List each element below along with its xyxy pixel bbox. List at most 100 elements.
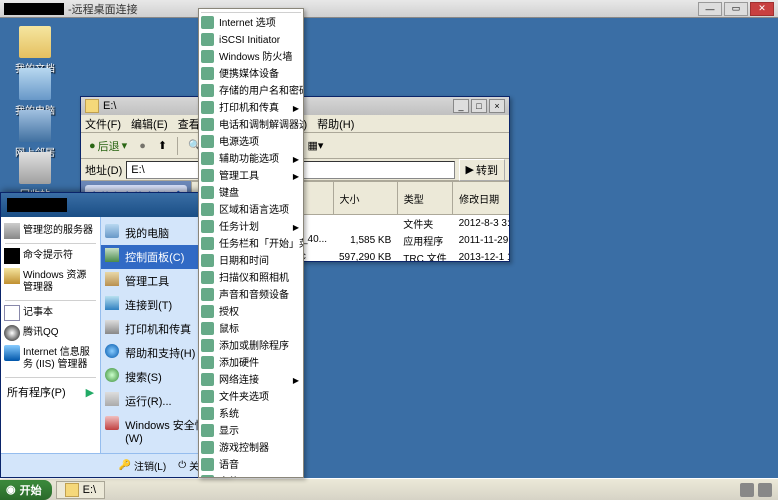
back-button[interactable]: ● 后退 ▾: [85, 136, 131, 156]
rdp-close-button[interactable]: ✕: [750, 2, 774, 16]
cp-item-icon: [201, 254, 214, 267]
control-panel-item[interactable]: 网络连接▶: [199, 372, 303, 389]
control-panel-submenu: Internet 选项iSCSI InitiatorWindows 防火墙便携媒…: [198, 8, 304, 478]
cp-item-icon: [201, 322, 214, 335]
control-panel-item[interactable]: iSCSI Initiator: [199, 32, 303, 49]
wexp-icon: [4, 268, 20, 284]
start-button[interactable]: ◉ 开始: [0, 480, 52, 500]
start-menu: 管理您的服务器命令提示符Windows 资源管理器记事本腾讯QQInternet…: [0, 192, 230, 478]
column-header[interactable]: 修改日期: [453, 182, 509, 215]
cp-item-icon: [201, 407, 214, 420]
control-panel-item[interactable]: 打印机和传真▶: [199, 100, 303, 117]
cp-item-icon: [201, 305, 214, 318]
cp-item-icon: [201, 67, 214, 80]
rdp-title: -远程桌面连接: [68, 1, 698, 17]
start-item[interactable]: 记事本: [1, 303, 100, 323]
start-item[interactable]: 管理您的服务器: [1, 221, 100, 241]
cp-item-icon: [201, 339, 214, 352]
cmd-icon: [4, 248, 20, 264]
views-button[interactable]: ▦▾: [303, 137, 327, 154]
cp-item-icon: [201, 220, 214, 233]
minimize-button[interactable]: _: [453, 99, 469, 113]
sec-icon: [105, 416, 119, 430]
forward-button[interactable]: ●: [135, 138, 150, 154]
cp-item-icon: [201, 169, 214, 182]
print-icon: [105, 320, 119, 334]
control-panel-item[interactable]: 语音: [199, 457, 303, 474]
tray-icon[interactable]: [740, 483, 754, 497]
cp-item-icon: [201, 50, 214, 63]
qq-icon: [4, 325, 20, 341]
all-programs[interactable]: 所有程序(P)▶: [1, 380, 100, 404]
cp-item-icon: [201, 186, 214, 199]
rdp-minimize-button[interactable]: —: [698, 2, 722, 16]
folder-icon: [85, 99, 99, 113]
cp-icon: [105, 248, 119, 262]
cp-item-icon: [201, 135, 214, 148]
rdp-host-blackout: [4, 3, 64, 15]
folder-icon: [19, 26, 51, 58]
address-label: 地址(D): [85, 162, 122, 178]
net-icon: [19, 110, 51, 142]
control-panel-item[interactable]: Windows 防火墙: [199, 49, 303, 66]
tray-icon[interactable]: [758, 483, 772, 497]
control-panel-item[interactable]: 扫描仪和照相机: [199, 270, 303, 287]
menu-item[interactable]: 编辑(E): [131, 116, 168, 132]
control-panel-item[interactable]: 键盘: [199, 185, 303, 202]
control-panel-item[interactable]: 声音和音频设备: [199, 287, 303, 304]
cp-item-icon: [201, 33, 214, 46]
control-panel-item[interactable]: 任务栏和「开始」菜单: [199, 236, 303, 253]
control-panel-item[interactable]: 辅助功能选项▶: [199, 151, 303, 168]
up-button[interactable]: ⬆: [154, 137, 171, 154]
start-left-column: 管理您的服务器命令提示符Windows 资源管理器记事本腾讯QQInternet…: [1, 217, 100, 453]
rdp-maximize-button[interactable]: ▭: [724, 2, 748, 16]
control-panel-item[interactable]: 便携媒体设备: [199, 66, 303, 83]
start-footer: 🔑 注销(L) ⏻ 关机(U): [1, 453, 229, 477]
cp-item-icon: [201, 84, 214, 97]
control-panel-item[interactable]: 任务计划▶: [199, 219, 303, 236]
control-panel-item[interactable]: 鼠标: [199, 321, 303, 338]
cp-item-icon: [201, 441, 214, 454]
cp-item-icon: [201, 288, 214, 301]
control-panel-item[interactable]: 字体▶: [199, 474, 303, 478]
close-button[interactable]: ×: [489, 99, 505, 113]
rdp-titlebar: -远程桌面连接 — ▭ ✕: [0, 0, 778, 18]
cp-item-icon: [201, 16, 214, 29]
control-panel-item[interactable]: 授权: [199, 304, 303, 321]
control-panel-item[interactable]: 添加或删除程序: [199, 338, 303, 355]
control-panel-item[interactable]: 系统: [199, 406, 303, 423]
conn-icon: [105, 296, 119, 310]
control-panel-item[interactable]: 管理工具▶: [199, 168, 303, 185]
cp-item-icon: [201, 356, 214, 369]
menu-item[interactable]: 帮助(H): [317, 116, 354, 132]
menu-item[interactable]: 文件(F): [85, 116, 121, 132]
taskbar-item-explorer[interactable]: E:\: [56, 481, 105, 499]
notepad-icon: [4, 305, 20, 321]
control-panel-item[interactable]: 游戏控制器: [199, 440, 303, 457]
start-item[interactable]: Windows 资源管理器: [1, 266, 100, 298]
control-panel-item[interactable]: 显示: [199, 423, 303, 440]
start-header: [1, 193, 229, 217]
control-panel-item[interactable]: 添加硬件: [199, 355, 303, 372]
control-panel-item[interactable]: 区域和语言选项: [199, 202, 303, 219]
cp-item-icon: [201, 203, 214, 216]
go-button[interactable]: ▶ 转到: [459, 159, 505, 181]
column-header[interactable]: 类型: [397, 182, 452, 215]
column-header[interactable]: 大小: [333, 182, 397, 215]
user-name-blackout: [7, 198, 67, 212]
recycle-icon: [19, 152, 51, 184]
start-item[interactable]: Internet 信息服务 (IIS) 管理器: [1, 343, 100, 375]
control-panel-item[interactable]: 日期和时间: [199, 253, 303, 270]
cp-item-icon: [201, 118, 214, 131]
logoff-button[interactable]: 🔑 注销(L): [119, 458, 167, 473]
control-panel-item[interactable]: 电源选项: [199, 134, 303, 151]
taskbar: ◉ 开始 E:\: [0, 478, 778, 500]
maximize-button[interactable]: □: [471, 99, 487, 113]
control-panel-item[interactable]: 文件夹选项: [199, 389, 303, 406]
start-item[interactable]: 腾讯QQ: [1, 323, 100, 343]
start-item[interactable]: 命令提示符: [1, 246, 100, 266]
control-panel-item[interactable]: 存储的用户名和密码: [199, 83, 303, 100]
control-panel-item[interactable]: 电话和调制解调器选项: [199, 117, 303, 134]
system-tray: [734, 483, 778, 497]
control-panel-item[interactable]: Internet 选项: [199, 15, 303, 32]
